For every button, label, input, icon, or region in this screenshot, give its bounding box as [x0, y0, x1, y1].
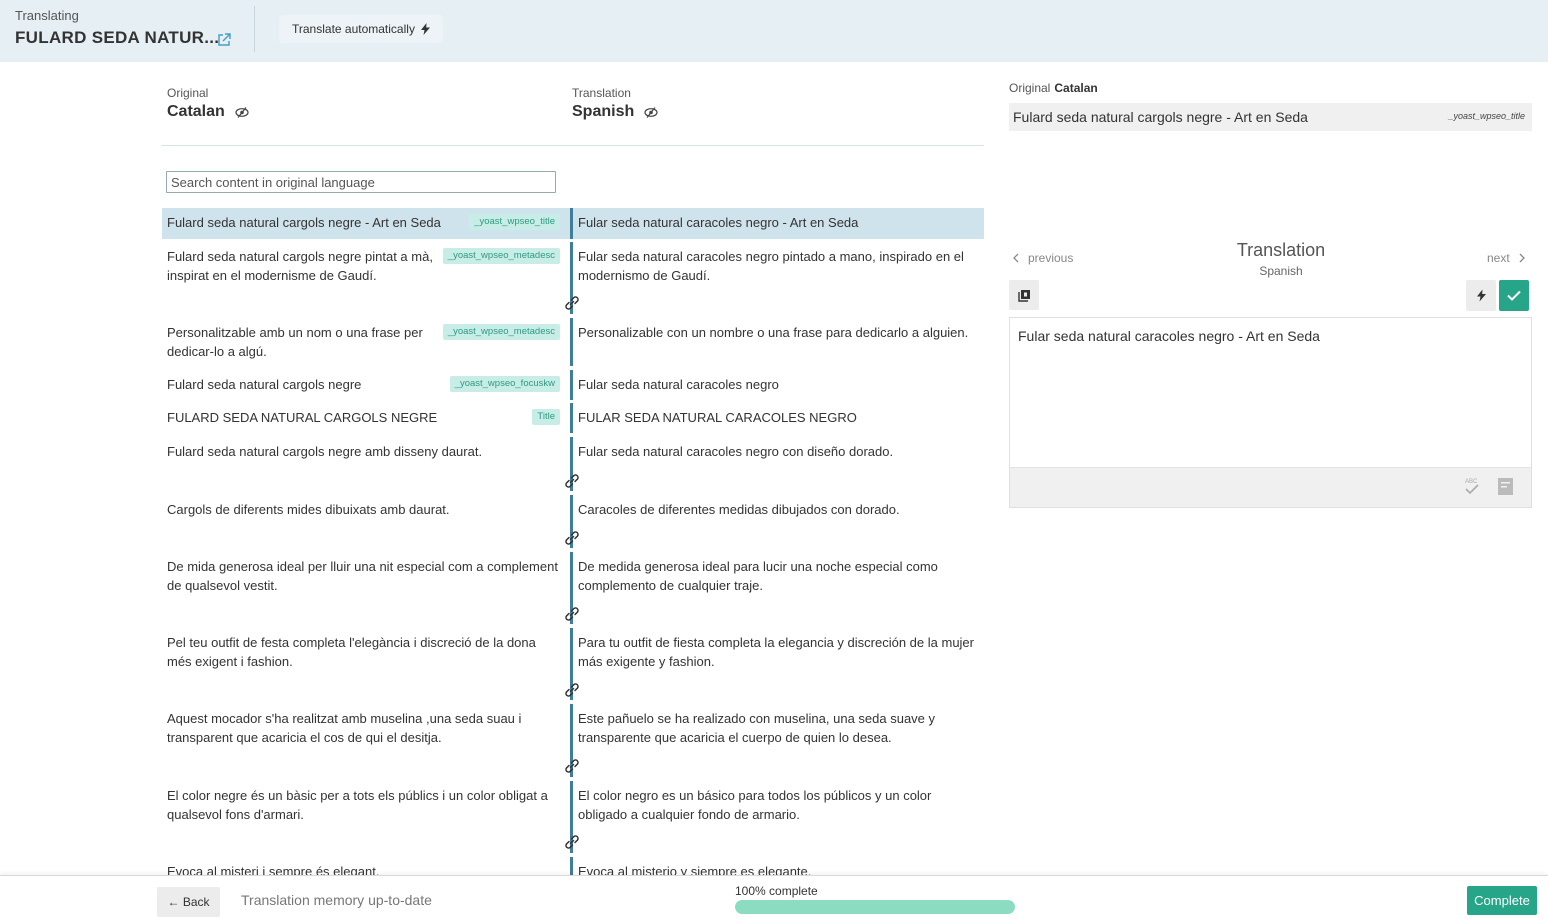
link-icon[interactable]	[562, 832, 582, 852]
glossary-icon[interactable]	[1497, 477, 1514, 496]
segment-translation: Personalizable con un nombre o una frase…	[578, 325, 969, 340]
field-tag: Title	[532, 409, 560, 425]
bolt-icon	[1476, 289, 1486, 302]
link-icon[interactable]	[562, 528, 582, 548]
original-language: Catalan	[167, 103, 225, 120]
copy-original-button[interactable]	[1009, 280, 1039, 310]
segment-translation: El color negro es un básico para todos l…	[578, 788, 932, 822]
header-divider	[254, 6, 255, 52]
complete-button[interactable]: Complete	[1467, 886, 1537, 915]
previous-button[interactable]: previous	[1013, 251, 1073, 265]
eye-slash-icon[interactable]	[644, 106, 658, 118]
spellcheck-icon[interactable]: ABC	[1464, 476, 1480, 496]
field-tag: _yoast_wpseo_focuskw	[449, 376, 560, 392]
eye-slash-icon[interactable]	[235, 106, 249, 118]
link-icon[interactable]	[562, 293, 582, 313]
field-tag: _yoast_wpseo_metadesc	[442, 248, 560, 264]
translate-automatically-button[interactable]: Translate automatically	[279, 15, 443, 43]
check-icon	[1507, 290, 1521, 301]
panel-original-language: Catalan	[1054, 81, 1098, 95]
panel-original-header: Original Catalan	[1009, 81, 1098, 95]
top-header: Translating FULARD SEDA NATUR... Transla…	[0, 0, 1548, 62]
segment-original: Fulard seda natural cargols negre	[167, 377, 362, 392]
bolt-icon	[420, 23, 430, 35]
original-column-header: Original Catalan	[167, 86, 249, 121]
segment-original: Personalitzable amb un nom o una frase p…	[167, 325, 423, 359]
translation-editor-text[interactable]: Fular seda natural caracoles negro - Art…	[1018, 328, 1320, 344]
segment-row[interactable]: Fulard seda natural cargols negre _yoast…	[162, 370, 984, 400]
segment-translation: Fular seda natural caracoles negro	[578, 377, 779, 392]
field-tag: _yoast_wpseo_metadesc	[442, 324, 560, 340]
next-label: next	[1487, 251, 1510, 265]
original-caption: Original	[167, 86, 209, 100]
machine-translate-button[interactable]	[1466, 280, 1496, 311]
segment-translation: Fular seda natural caracoles negro con d…	[578, 444, 894, 459]
segment-divider	[570, 318, 573, 366]
segment-original: Cargols de diferents mides dibuixats amb…	[167, 502, 450, 517]
segment-original: De mida generosa ideal per lluir una nit…	[167, 559, 558, 593]
segment-divider	[570, 370, 573, 400]
link-icon[interactable]	[562, 604, 582, 624]
segment-divider	[570, 857, 573, 876]
link-icon[interactable]	[562, 471, 582, 491]
segment-row[interactable]: Personalitzable amb un nom o una frase p…	[162, 318, 984, 366]
segment-translation: Fular seda natural caracoles negro pinta…	[578, 249, 964, 283]
svg-text:ABC: ABC	[1465, 479, 1478, 485]
chevron-right-icon	[1519, 253, 1525, 263]
search-input[interactable]	[166, 171, 556, 193]
segment-original: Fulard seda natural cargols negre pintat…	[167, 249, 433, 283]
panel-field-name: _yoast_wpseo_title	[1448, 111, 1525, 121]
panel-title: Translation	[1236, 240, 1326, 260]
editor-toolbar: ABC	[1010, 467, 1531, 507]
segment-original: Aquest mocador s'ha realitzat amb museli…	[167, 711, 522, 745]
segment-translation: Fular seda natural caracoles negro - Art…	[578, 215, 859, 230]
segment-translation: Este pañuelo se ha realizado con muselin…	[578, 711, 936, 745]
link-icon[interactable]	[562, 680, 582, 700]
back-button[interactable]: ← Back	[157, 887, 220, 917]
segment-original: Pel teu outfit de festa completa l'elegà…	[167, 635, 536, 669]
translation-column-header: Translation Spanish	[572, 86, 658, 121]
segment-translation: FULAR SEDA NATURAL CARACOLES NEGRO	[578, 410, 857, 425]
segment-row[interactable]: Fulard seda natural cargols negre - Art …	[162, 208, 984, 239]
progress-fill	[735, 900, 1015, 914]
segment-list: Fulard seda natural cargols negre - Art …	[162, 208, 984, 876]
segment-divider	[570, 403, 573, 433]
translation-caption: Translation	[572, 86, 631, 100]
document-title: FULARD SEDA NATUR...	[15, 28, 220, 47]
segment-row[interactable]: Evoca al misteri i sempre és elegant. Ev…	[162, 857, 984, 876]
bottom-bar: ← Back Translation memory up-to-date 100…	[0, 875, 1548, 919]
segment-original: FULARD SEDA NATURAL CARGOLS NEGRE	[167, 410, 438, 425]
previous-label: previous	[1028, 251, 1074, 265]
translate-automatically-label: Translate automatically	[292, 22, 415, 36]
segment-translation: Para tu outfit de fiesta completa la ele…	[578, 635, 974, 669]
segment-row[interactable]: FULARD SEDA NATURAL CARGOLS NEGRE Title …	[162, 403, 984, 433]
panel-original-caption: Original	[1009, 81, 1051, 95]
header-separator	[162, 145, 984, 146]
segment-original: Fulard seda natural cargols negre amb di…	[167, 444, 483, 459]
panel-original-text: Fulard seda natural cargols negre - Art …	[1013, 109, 1308, 125]
translation-editor[interactable]: Fular seda natural caracoles negro - Art…	[1009, 317, 1532, 508]
copy-icon	[1017, 289, 1030, 302]
progress-bar	[735, 900, 1015, 914]
panel-language: Spanish	[1259, 264, 1303, 278]
next-button[interactable]: next	[1487, 251, 1525, 265]
segment-divider	[570, 208, 573, 239]
segment-original: El color negre és un bàsic per a tots el…	[167, 788, 548, 822]
panel-original-box: Fulard seda natural cargols negre - Art …	[1009, 103, 1532, 131]
translation-language: Spanish	[572, 103, 635, 120]
link-icon[interactable]	[562, 756, 582, 776]
progress-label: 100% complete	[735, 884, 818, 898]
field-tag: _yoast_wpseo_title	[469, 214, 560, 230]
confirm-translation-button[interactable]	[1499, 280, 1529, 311]
segment-translation: Caracoles de diferentes medidas dibujado…	[578, 502, 900, 517]
external-link-icon[interactable]	[217, 33, 231, 47]
chevron-left-icon	[1013, 253, 1019, 263]
segment-translation: De medida generosa ideal para lucir una …	[578, 559, 938, 593]
translation-memory-status: Translation memory up-to-date	[241, 892, 432, 908]
translating-label: Translating	[15, 8, 79, 23]
